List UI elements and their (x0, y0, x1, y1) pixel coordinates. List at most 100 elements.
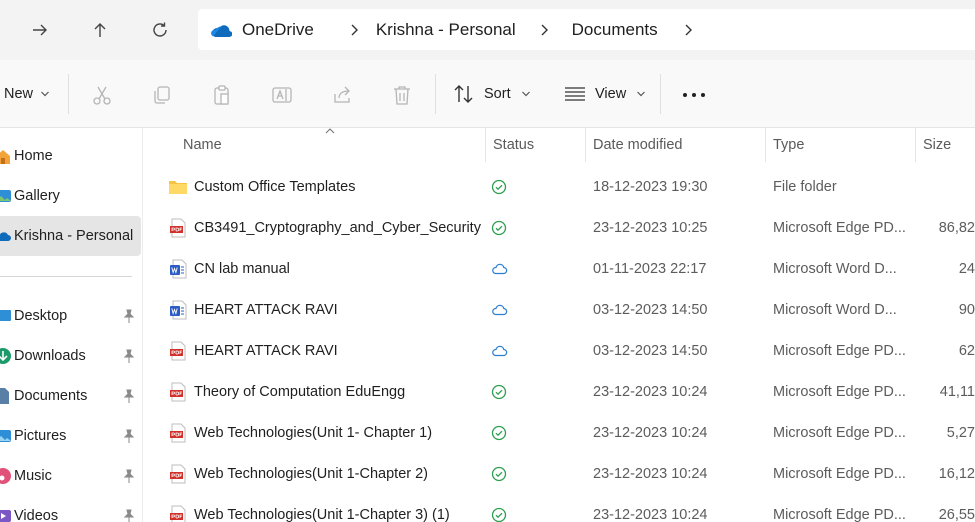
pdf-file-icon (170, 382, 186, 402)
sidebar-item-music[interactable]: Music (0, 456, 141, 496)
sidebar-item-krishna-personal[interactable]: Krishna - Personal (0, 216, 141, 256)
date-modified: 18-12-2023 19:30 (593, 178, 708, 195)
pin-icon[interactable] (123, 349, 135, 363)
paste-button[interactable] (209, 82, 235, 108)
table-row[interactable]: Web Technologies(Unit 1-Chapter 3) (1) 23… (143, 494, 975, 522)
date-modified: 23-12-2023 10:25 (593, 219, 708, 236)
table-row[interactable]: CN lab manual 01-11-2023 22:17 Microsoft W… (143, 248, 975, 289)
table-row[interactable]: CB3491_Cryptography_and_Cyber_Security 23… (143, 207, 975, 248)
file-name: Web Technologies(Unit 1-Chapter 2) (194, 465, 429, 482)
sidebar-item-videos[interactable]: Videos (0, 496, 141, 522)
breadcrumb-onedrive[interactable]: OneDrive (242, 20, 314, 40)
arrow-up-icon (94, 23, 106, 37)
file-type: Microsoft Edge PD... (773, 424, 906, 441)
column-header-name[interactable]: Name (183, 128, 222, 162)
view-button[interactable]: View (564, 60, 646, 128)
sidebar-item-gallery[interactable]: Gallery (0, 176, 141, 216)
chevron-right-icon[interactable] (336, 23, 372, 37)
arrow-right-icon (33, 24, 47, 36)
sidebar-item-downloads[interactable]: Downloads (0, 336, 141, 376)
file-size: 62 (958, 342, 975, 359)
column-header-size[interactable]: Size (923, 128, 951, 162)
address-row: OneDrive Krishna - Personal Documents (0, 0, 975, 60)
copy-icon (154, 86, 170, 104)
chevron-right-icon[interactable] (526, 23, 562, 37)
sync-status (491, 494, 521, 522)
column-divider[interactable] (585, 128, 586, 162)
file-size: 24 (958, 260, 975, 277)
date-modified: 03-12-2023 14:50 (593, 301, 708, 318)
videos-icon (0, 510, 11, 522)
pin-icon[interactable] (123, 389, 135, 403)
file-size: 86,82 (938, 219, 975, 236)
up-button[interactable] (82, 12, 118, 48)
sidebar-separator (0, 276, 132, 277)
sidebar-item-label: Documents (14, 388, 88, 404)
table-row[interactable]: Custom Office Templates 18-12-2023 19:30 F… (143, 166, 975, 207)
new-button[interactable]: New (4, 60, 50, 128)
file-name: Web Technologies(Unit 1- Chapter 1) (194, 424, 433, 441)
file-type: Microsoft Edge PD... (773, 342, 906, 359)
sidebar-item-home[interactable]: Home (0, 136, 141, 176)
column-header-type[interactable]: Type (773, 128, 804, 162)
desktop-icon (0, 310, 11, 321)
pin-icon[interactable] (123, 429, 135, 443)
sort-button[interactable]: Sort (453, 60, 531, 128)
table-row[interactable]: Web Technologies(Unit 1-Chapter 2) 23-12-… (143, 453, 975, 494)
forward-button[interactable] (22, 12, 58, 48)
address-bar[interactable]: OneDrive Krishna - Personal Documents (198, 9, 975, 50)
pdf-file-icon (170, 218, 186, 238)
delete-button[interactable] (389, 82, 415, 108)
copy-button[interactable] (149, 82, 175, 108)
chevron-right-icon[interactable] (670, 23, 706, 37)
table-row[interactable]: HEART ATTACK RAVI 03-12-2023 14:50 Microso… (143, 330, 975, 371)
sort-label: Sort (484, 86, 511, 102)
sync-status (491, 248, 521, 289)
breadcrumb-documents[interactable]: Documents (572, 20, 658, 40)
pin-icon[interactable] (123, 509, 135, 522)
table-row[interactable]: Web Technologies(Unit 1- Chapter 1) 23-12… (143, 412, 975, 453)
view-list-icon (565, 87, 585, 101)
column-divider[interactable] (765, 128, 766, 162)
table-row[interactable]: Theory of Computation EduEngg 23-12-2023 … (143, 371, 975, 412)
rename-button[interactable] (269, 82, 295, 108)
navigation-pane: Home Gallery Krishna - Personal Desktop … (0, 128, 143, 522)
cloud-icon (492, 304, 508, 315)
file-type: Microsoft Edge PD... (773, 465, 906, 482)
file-size: 5,27 (946, 424, 975, 441)
sync-status (491, 371, 521, 412)
column-header-date-modified[interactable]: Date modified (593, 128, 682, 162)
sync-status (491, 453, 521, 494)
chevron-down-icon (41, 91, 49, 97)
sidebar-item-pictures[interactable]: Pictures (0, 416, 141, 456)
file-type: Microsoft Word D... (773, 260, 897, 277)
share-button[interactable] (329, 82, 355, 108)
pin-icon[interactable] (123, 309, 135, 323)
sort-ascending-icon (325, 128, 335, 134)
file-list: Name Status Date modified Type Size Cust… (143, 128, 975, 522)
more-icon (683, 93, 705, 97)
file-name: CB3491_Cryptography_and_Cyber_Security (194, 219, 481, 236)
synced-check-icon (491, 507, 507, 522)
table-row[interactable]: HEART ATTACK RAVI 03-12-2023 14:50 Microso… (143, 289, 975, 330)
refresh-icon (153, 22, 167, 37)
word-file-icon (170, 300, 187, 320)
cut-button[interactable] (89, 82, 115, 108)
more-options-button[interactable] (681, 82, 707, 108)
file-type: Microsoft Edge PD... (773, 506, 906, 522)
column-divider[interactable] (915, 128, 916, 162)
sidebar-item-label: Videos (14, 508, 59, 522)
rename-icon (272, 87, 292, 103)
refresh-button[interactable] (142, 12, 178, 48)
scissors-icon (93, 86, 111, 105)
command-bar: New Sort View (0, 60, 975, 128)
column-header-status[interactable]: Status (493, 128, 534, 162)
date-modified: 01-11-2023 22:17 (593, 260, 707, 277)
sidebar-item-desktop[interactable]: Desktop (0, 296, 141, 336)
file-type: Microsoft Edge PD... (773, 383, 906, 400)
pin-icon[interactable] (123, 469, 135, 483)
column-divider[interactable] (485, 128, 486, 162)
onedrive-icon (211, 24, 232, 37)
sidebar-item-documents[interactable]: Documents (0, 376, 141, 416)
breadcrumb-krishna-personal[interactable]: Krishna - Personal (376, 20, 516, 40)
